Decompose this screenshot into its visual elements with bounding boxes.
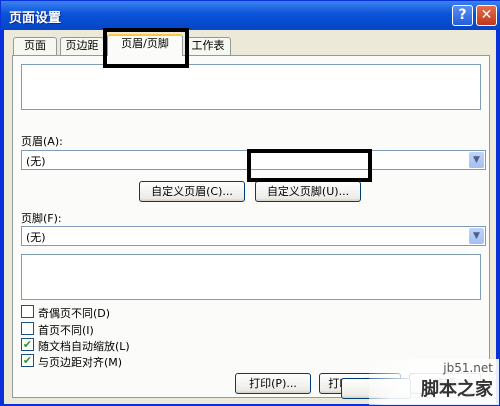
tab-page[interactable]: 页面 bbox=[13, 37, 57, 55]
chevron-down-icon[interactable]: ▼ bbox=[469, 152, 484, 168]
tab-panel: 页眉(A): (无) ▼ 自定义页眉(C)... 自定义页脚(U)... 页脚(… bbox=[12, 55, 490, 398]
odd-even-label: 奇偶页不同(D) bbox=[38, 307, 111, 320]
checkbox-odd-even[interactable] bbox=[21, 305, 34, 318]
checkbox-first-page[interactable] bbox=[21, 322, 34, 335]
tab-sheet[interactable]: 工作表 bbox=[185, 37, 231, 55]
check-icon: ✔ bbox=[22, 338, 33, 351]
footer-select-value: (无) bbox=[26, 231, 46, 244]
tab-header-footer[interactable]: 页眉/页脚 bbox=[107, 34, 183, 56]
watermark-name: 脚本之家 bbox=[421, 379, 493, 400]
header-select-value: (无) bbox=[26, 155, 46, 168]
footer-preview bbox=[21, 254, 481, 300]
page-setup-dialog: 页面设置 ? ✕ 页面 页边距 页眉/页脚 工作表 页眉(A): (无) ▼ 自… bbox=[0, 0, 500, 406]
align-margins-label: 与页边距对齐(M) bbox=[38, 356, 123, 369]
chevron-down-icon[interactable]: ▼ bbox=[469, 228, 484, 244]
custom-header-button[interactable]: 自定义页眉(C)... bbox=[139, 181, 245, 202]
watermark: jb51.net 脚本之家 bbox=[369, 359, 499, 405]
check-icon: ✔ bbox=[22, 354, 33, 367]
title-bar: 页面设置 ? ✕ bbox=[1, 1, 500, 30]
footer-label: 页脚(F): bbox=[21, 212, 62, 225]
first-page-label: 首页不同(I) bbox=[38, 324, 94, 337]
dialog-title: 页面设置 bbox=[9, 11, 62, 26]
help-button[interactable]: ? bbox=[452, 5, 473, 26]
tab-margins[interactable]: 页边距 bbox=[60, 37, 104, 55]
dialog-client: 页面 页边距 页眉/页脚 工作表 页眉(A): (无) ▼ 自定义页眉(C)..… bbox=[4, 30, 496, 404]
header-label: 页眉(A): bbox=[21, 135, 63, 148]
watermark-site: jb51.net bbox=[443, 361, 493, 375]
print-button[interactable]: 打印(P)... bbox=[235, 373, 311, 394]
scale-with-doc-label: 随文档自动缩放(L) bbox=[38, 340, 130, 353]
close-button[interactable]: ✕ bbox=[476, 5, 497, 26]
checkbox-align-margins[interactable]: ✔ bbox=[21, 354, 34, 367]
footer-select[interactable]: (无) ▼ bbox=[21, 226, 486, 246]
custom-footer-button[interactable]: 自定义页脚(U)... bbox=[255, 181, 361, 202]
header-preview bbox=[21, 64, 481, 110]
footer-button-highlight-box bbox=[247, 149, 372, 182]
checkbox-scale-with-doc[interactable]: ✔ bbox=[21, 338, 34, 351]
